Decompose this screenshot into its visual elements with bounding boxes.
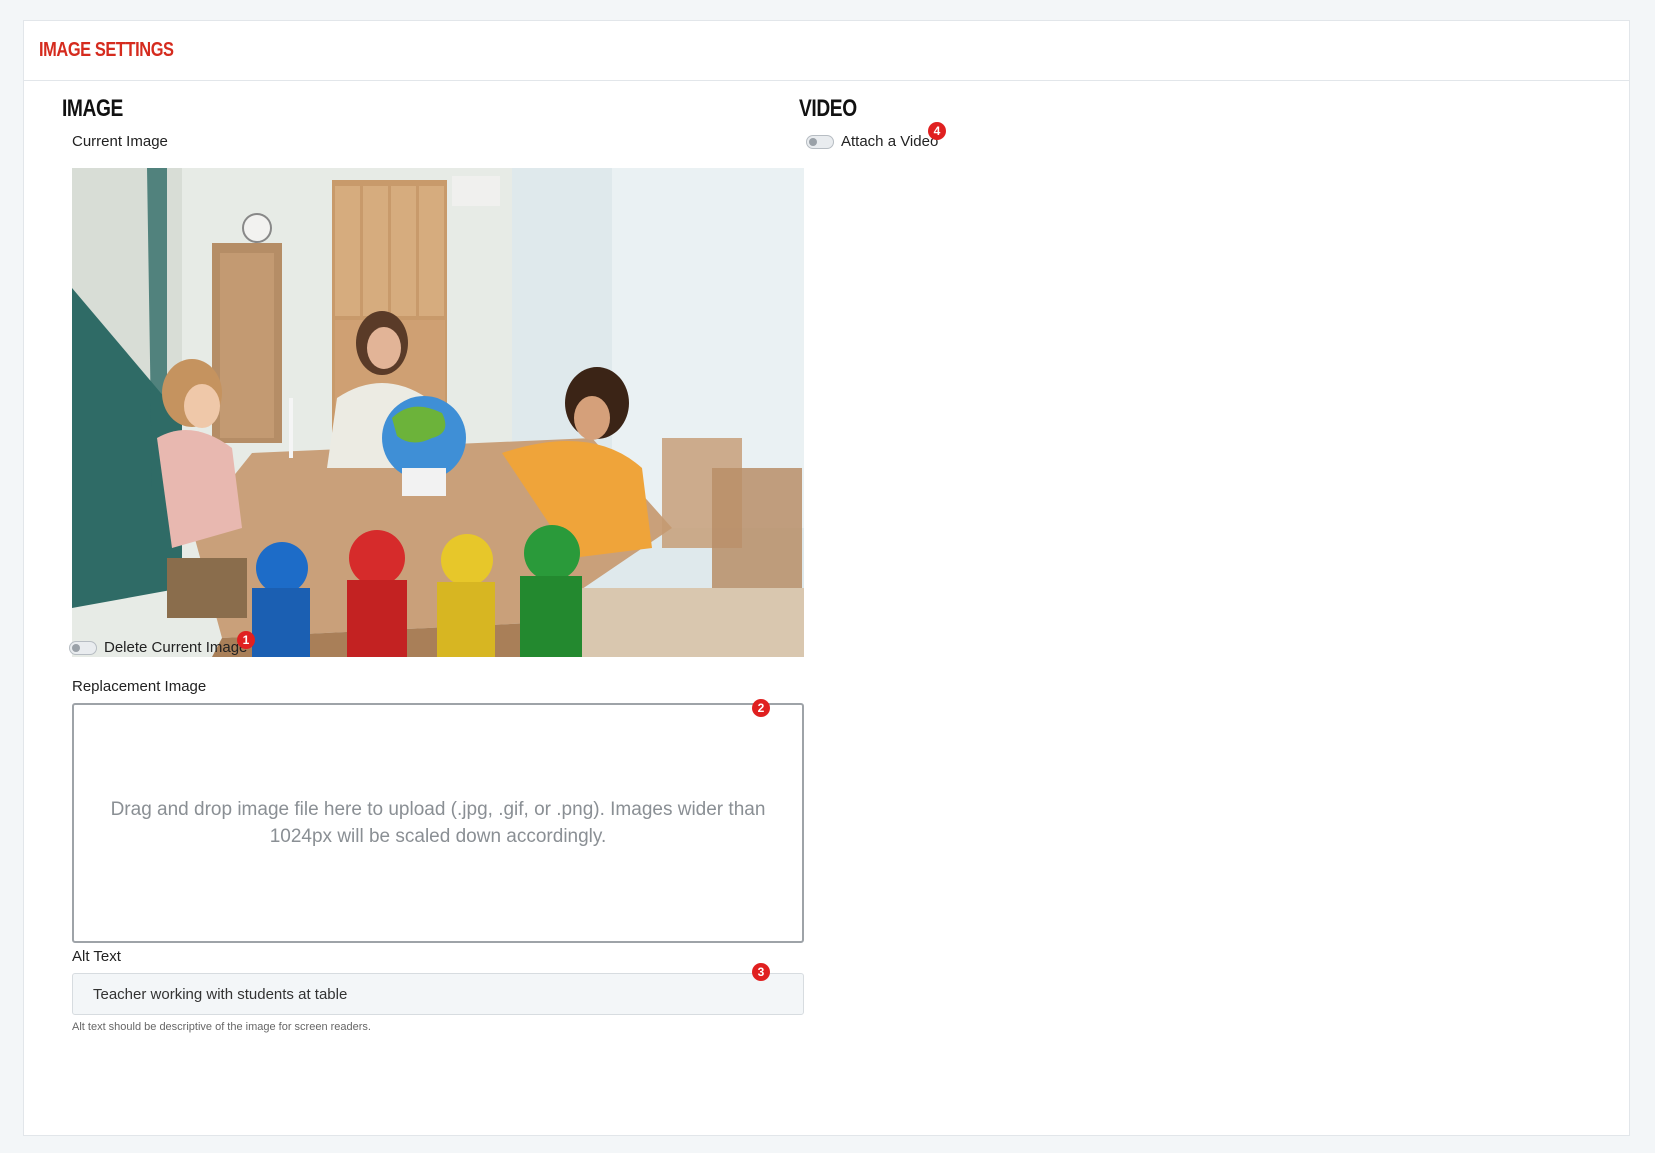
delete-current-image-toggle[interactable] [69,641,97,655]
image-settings-panel: IMAGE SETTINGS IMAGE Current Image Delet… [23,20,1630,1136]
annotation-marker-4: 4 [928,122,946,140]
delete-current-image-label: Delete Current Image [104,639,248,656]
video-section-title: VIDEO [799,95,857,122]
toggle-knob [72,644,80,652]
panel-header: IMAGE SETTINGS [24,21,1629,81]
replacement-image-label: Replacement Image [72,678,207,695]
panel-title: IMAGE SETTINGS [39,39,174,61]
dropzone-instructions: Drag and drop image file here to upload … [110,799,766,847]
image-section-title: IMAGE [62,95,123,122]
alt-text-label: Alt Text [72,948,121,965]
attach-video-label: Attach a Video [841,133,939,150]
toggle-knob [809,138,817,146]
annotation-marker-2: 2 [752,699,770,717]
alt-text-input[interactable] [72,973,804,1015]
annotation-marker-1: 1 [237,631,255,649]
current-image-preview [72,168,804,657]
current-image-label: Current Image [72,133,168,150]
annotation-marker-3: 3 [752,963,770,981]
attach-video-toggle[interactable] [806,135,834,149]
alt-text-help: Alt text should be descriptive of the im… [72,1021,371,1033]
replacement-image-dropzone[interactable]: Drag and drop image file here to upload … [72,703,804,943]
